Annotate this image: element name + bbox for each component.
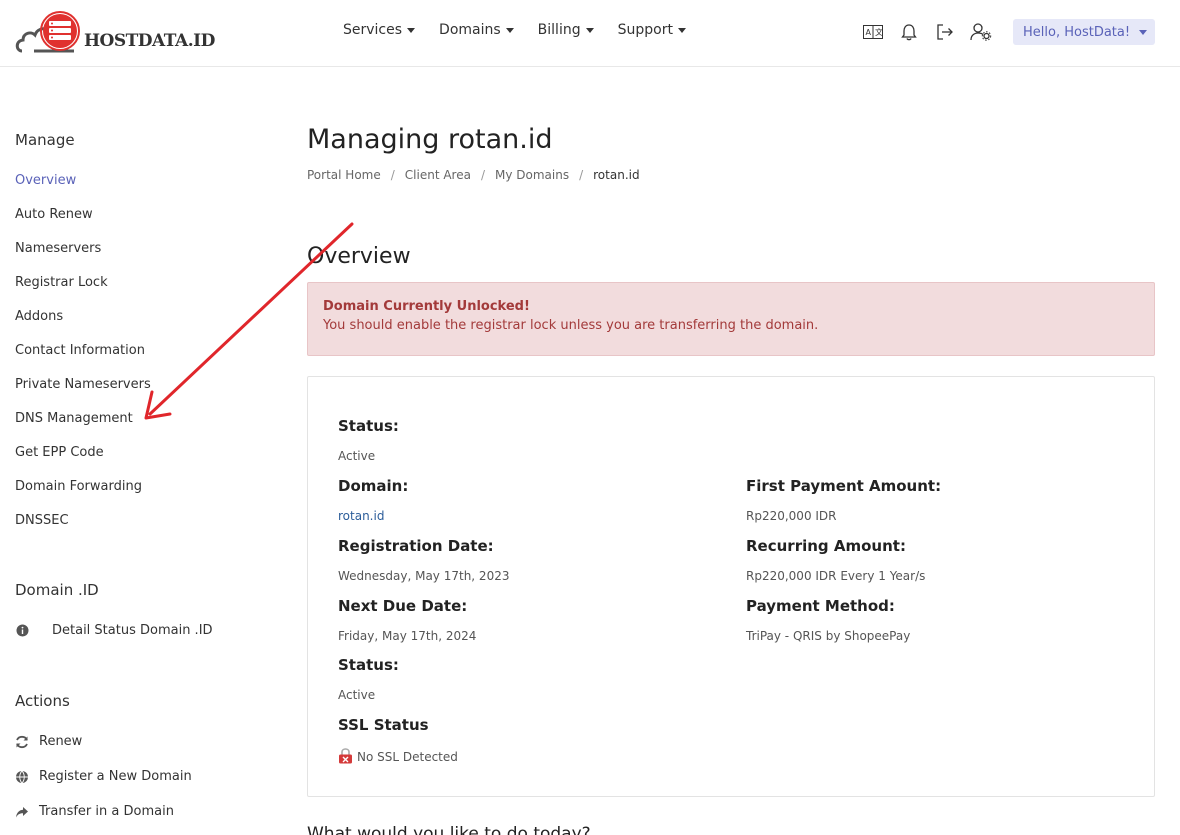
ssl-status-label: SSL Status	[338, 716, 429, 734]
nav-billing[interactable]: Billing	[538, 22, 594, 38]
status-label-2: Status:	[338, 656, 399, 674]
refresh-icon	[15, 735, 29, 749]
globe-icon	[15, 770, 29, 784]
header-icons: A文	[862, 21, 992, 43]
sidebar-item-dnssec[interactable]: DNSSEC	[15, 513, 69, 528]
sidebar-item-dns-management[interactable]: DNS Management	[15, 411, 133, 426]
nav-billing-label: Billing	[537, 22, 581, 38]
breadcrumb: Portal Home / Client Area / My Domains /…	[307, 168, 640, 182]
caret-down-icon	[1139, 29, 1148, 35]
logout-icon[interactable]	[934, 21, 956, 43]
registration-date-label: Registration Date:	[338, 537, 494, 555]
ssl-status-value: No SSL Detected	[338, 747, 458, 767]
next-due-date-value: Friday, May 17th, 2024	[338, 629, 477, 643]
logo-text: HOSTDATA.ID	[84, 31, 215, 51]
first-payment-value: Rp220,000 IDR	[746, 509, 837, 523]
sidebar-item-overview[interactable]: Overview	[15, 173, 76, 188]
domain-id-heading: Domain .ID	[15, 581, 99, 599]
overview-heading: Overview	[307, 244, 411, 269]
svg-text:A: A	[866, 28, 872, 37]
sidebar-item-label: Detail Status Domain .ID	[52, 623, 213, 638]
breadcrumb-separator: /	[390, 168, 395, 182]
share-icon	[15, 805, 29, 819]
manage-heading: Manage	[15, 131, 75, 149]
user-greeting: Hello, HostData!	[1023, 24, 1131, 40]
recurring-amount-label: Recurring Amount:	[746, 537, 906, 555]
breadcrumb-portal-home[interactable]: Portal Home	[307, 168, 381, 182]
status-value: Active	[338, 449, 376, 463]
status-value-2: Active	[338, 688, 376, 702]
sidebar-item-nameservers[interactable]: Nameservers	[15, 241, 101, 256]
unlocked-alert: Domain Currently Unlocked! You should en…	[307, 282, 1155, 356]
caret-down-icon	[677, 27, 686, 33]
breadcrumb-my-domains[interactable]: My Domains	[495, 168, 569, 182]
main-nav: Services Domains Billing Support	[343, 22, 686, 38]
ssl-unlocked-icon	[338, 747, 353, 767]
domain-link[interactable]: rotan.id	[338, 509, 384, 523]
next-due-date-label: Next Due Date:	[338, 597, 468, 615]
logo[interactable]: HOSTDATA.ID	[14, 10, 215, 56]
sidebar-item-detail-status[interactable]: Detail Status Domain .ID	[15, 623, 213, 638]
caret-down-icon	[505, 27, 514, 33]
nav-services[interactable]: Services	[343, 22, 416, 38]
page-title: Managing rotan.id	[307, 124, 553, 155]
sidebar-item-label: Transfer in a Domain	[39, 804, 174, 819]
sidebar-item-registrar-lock[interactable]: Registrar Lock	[15, 275, 108, 290]
sidebar-item-contact-information[interactable]: Contact Information	[15, 343, 145, 358]
cloud-server-logo-icon	[14, 11, 86, 55]
sidebar-item-private-nameservers[interactable]: Private Nameservers	[15, 377, 151, 392]
breadcrumb-separator: /	[579, 168, 584, 182]
caret-down-icon	[407, 27, 416, 33]
ssl-status-text: No SSL Detected	[357, 750, 458, 764]
actions-heading: Actions	[15, 692, 70, 710]
sidebar-item-label: Register a New Domain	[39, 769, 192, 784]
alert-message: You should enable the registrar lock unl…	[323, 318, 819, 333]
sidebar-item-get-epp-code[interactable]: Get EPP Code	[15, 445, 104, 460]
bell-icon[interactable]	[898, 21, 920, 43]
sidebar-item-transfer-domain[interactable]: Transfer in a Domain	[15, 804, 174, 819]
sidebar-item-label: Renew	[39, 734, 83, 749]
nav-domains[interactable]: Domains	[439, 22, 514, 38]
payment-method-value: TriPay - QRIS by ShopeePay	[746, 629, 911, 643]
sidebar-item-addons[interactable]: Addons	[15, 309, 63, 324]
nav-domains-label: Domains	[439, 22, 501, 38]
first-payment-label: First Payment Amount:	[746, 477, 942, 495]
language-icon[interactable]: A文	[862, 21, 884, 43]
sidebar-item-auto-renew[interactable]: Auto Renew	[15, 207, 93, 222]
nav-services-label: Services	[343, 22, 403, 38]
what-to-do-heading: What would you like to do today?	[307, 824, 591, 835]
domain-details-card: Status: Active Domain: rotan.id Registra…	[307, 376, 1155, 797]
payment-method-label: Payment Method:	[746, 597, 895, 615]
sidebar-item-renew[interactable]: Renew	[15, 734, 82, 749]
status-label: Status:	[338, 417, 399, 435]
registration-date-value: Wednesday, May 17th, 2023	[338, 569, 510, 583]
breadcrumb-separator: /	[480, 168, 485, 182]
svg-text:文: 文	[875, 27, 883, 37]
user-settings-icon[interactable]	[970, 21, 992, 43]
sidebar-item-domain-forwarding[interactable]: Domain Forwarding	[15, 479, 142, 494]
info-icon	[15, 624, 29, 638]
domain-label: Domain:	[338, 477, 409, 495]
recurring-amount-value: Rp220,000 IDR Every 1 Year/s	[746, 569, 926, 583]
user-menu-button[interactable]: Hello, HostData!	[1013, 19, 1155, 45]
breadcrumb-current: rotan.id	[593, 168, 640, 182]
sidebar-item-register-new-domain[interactable]: Register a New Domain	[15, 769, 192, 784]
caret-down-icon	[585, 27, 594, 33]
top-navbar: HOSTDATA.ID Services Domains Billing Sup…	[0, 0, 1180, 67]
nav-support[interactable]: Support	[618, 22, 686, 38]
breadcrumb-client-area[interactable]: Client Area	[405, 168, 471, 182]
nav-support-label: Support	[617, 22, 673, 38]
alert-title: Domain Currently Unlocked!	[323, 299, 530, 314]
